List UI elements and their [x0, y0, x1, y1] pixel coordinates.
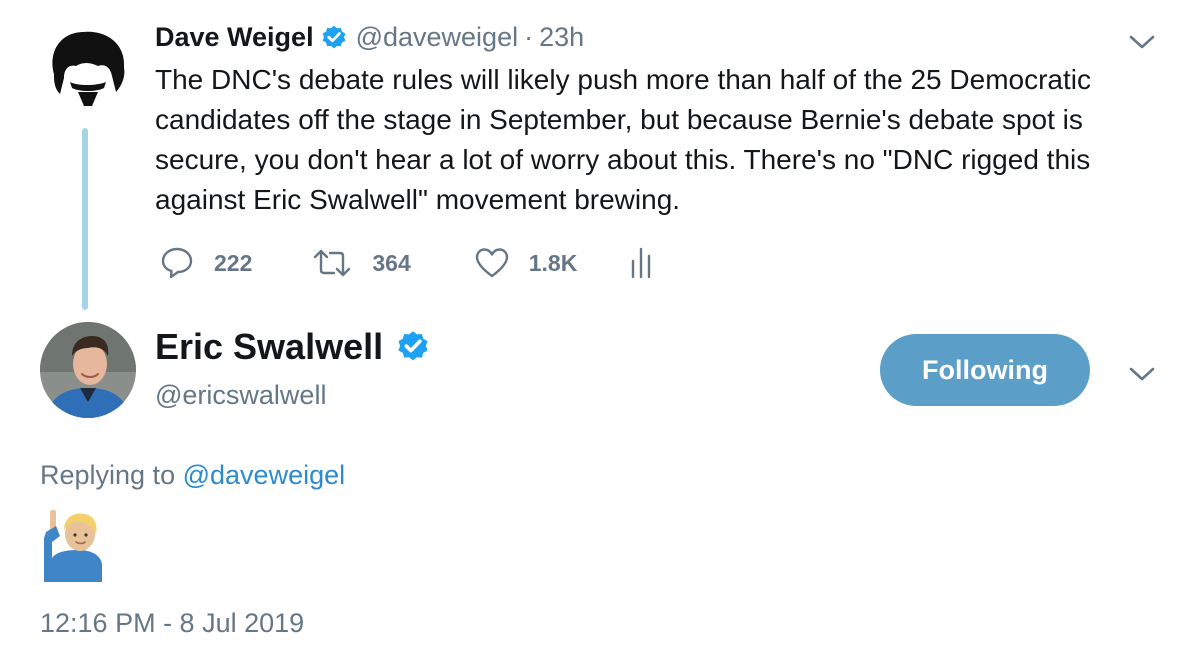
reply-author-handle[interactable]: @ericswalwell [155, 380, 326, 411]
retweet-button[interactable]: 364 [312, 248, 411, 278]
tweet-action-bar: 222 364 1.8K [160, 246, 709, 280]
chevron-down-icon[interactable] [1127, 32, 1157, 52]
thread-connector-line [82, 128, 88, 310]
parent-author-handle[interactable]: @daveweigel [356, 22, 519, 53]
parent-tweet-text: The DNC's debate rules will likely push … [155, 64, 1091, 215]
verified-badge-icon [322, 25, 345, 48]
like-button[interactable]: 1.8K [475, 247, 578, 279]
reply-button[interactable]: 222 [160, 246, 252, 280]
header-separator: · [524, 22, 534, 52]
verified-badge-icon [398, 331, 428, 361]
reply-count: 222 [214, 249, 253, 276]
replying-to-label: Replying to [40, 460, 176, 490]
replying-to-line: Replying to @daveweigel [40, 460, 345, 491]
like-count: 1.8K [528, 249, 578, 276]
replying-to-handle-link[interactable]: @daveweigel [183, 460, 346, 490]
analytics-icon [632, 247, 651, 279]
reply-icon [161, 247, 193, 279]
chevron-down-icon[interactable] [1127, 364, 1157, 384]
retweet-icon [314, 249, 351, 277]
reply-author-header: Eric Swalwell [155, 326, 431, 368]
profile-photo-icon [40, 322, 136, 418]
parent-tweet-header: Dave Weigel @daveweigel · 23h [155, 22, 584, 53]
reply-timestamp[interactable]: 12:16 PM - 8 Jul 2019 [40, 608, 304, 639]
parent-author-name[interactable]: Dave Weigel [155, 22, 314, 53]
retweet-count: 364 [372, 249, 411, 276]
parent-author-avatar[interactable] [40, 22, 136, 118]
parent-tweet-time[interactable]: 23h [539, 22, 584, 53]
man-raising-hand-emoji-icon [44, 509, 102, 582]
reply-author-avatar[interactable] [40, 322, 136, 418]
following-button[interactable]: Following [880, 334, 1090, 406]
illustrated-face-icon [40, 22, 136, 118]
analytics-button[interactable] [629, 247, 653, 279]
heart-icon [475, 248, 508, 278]
reply-author-name[interactable]: Eric Swalwell [155, 326, 383, 368]
